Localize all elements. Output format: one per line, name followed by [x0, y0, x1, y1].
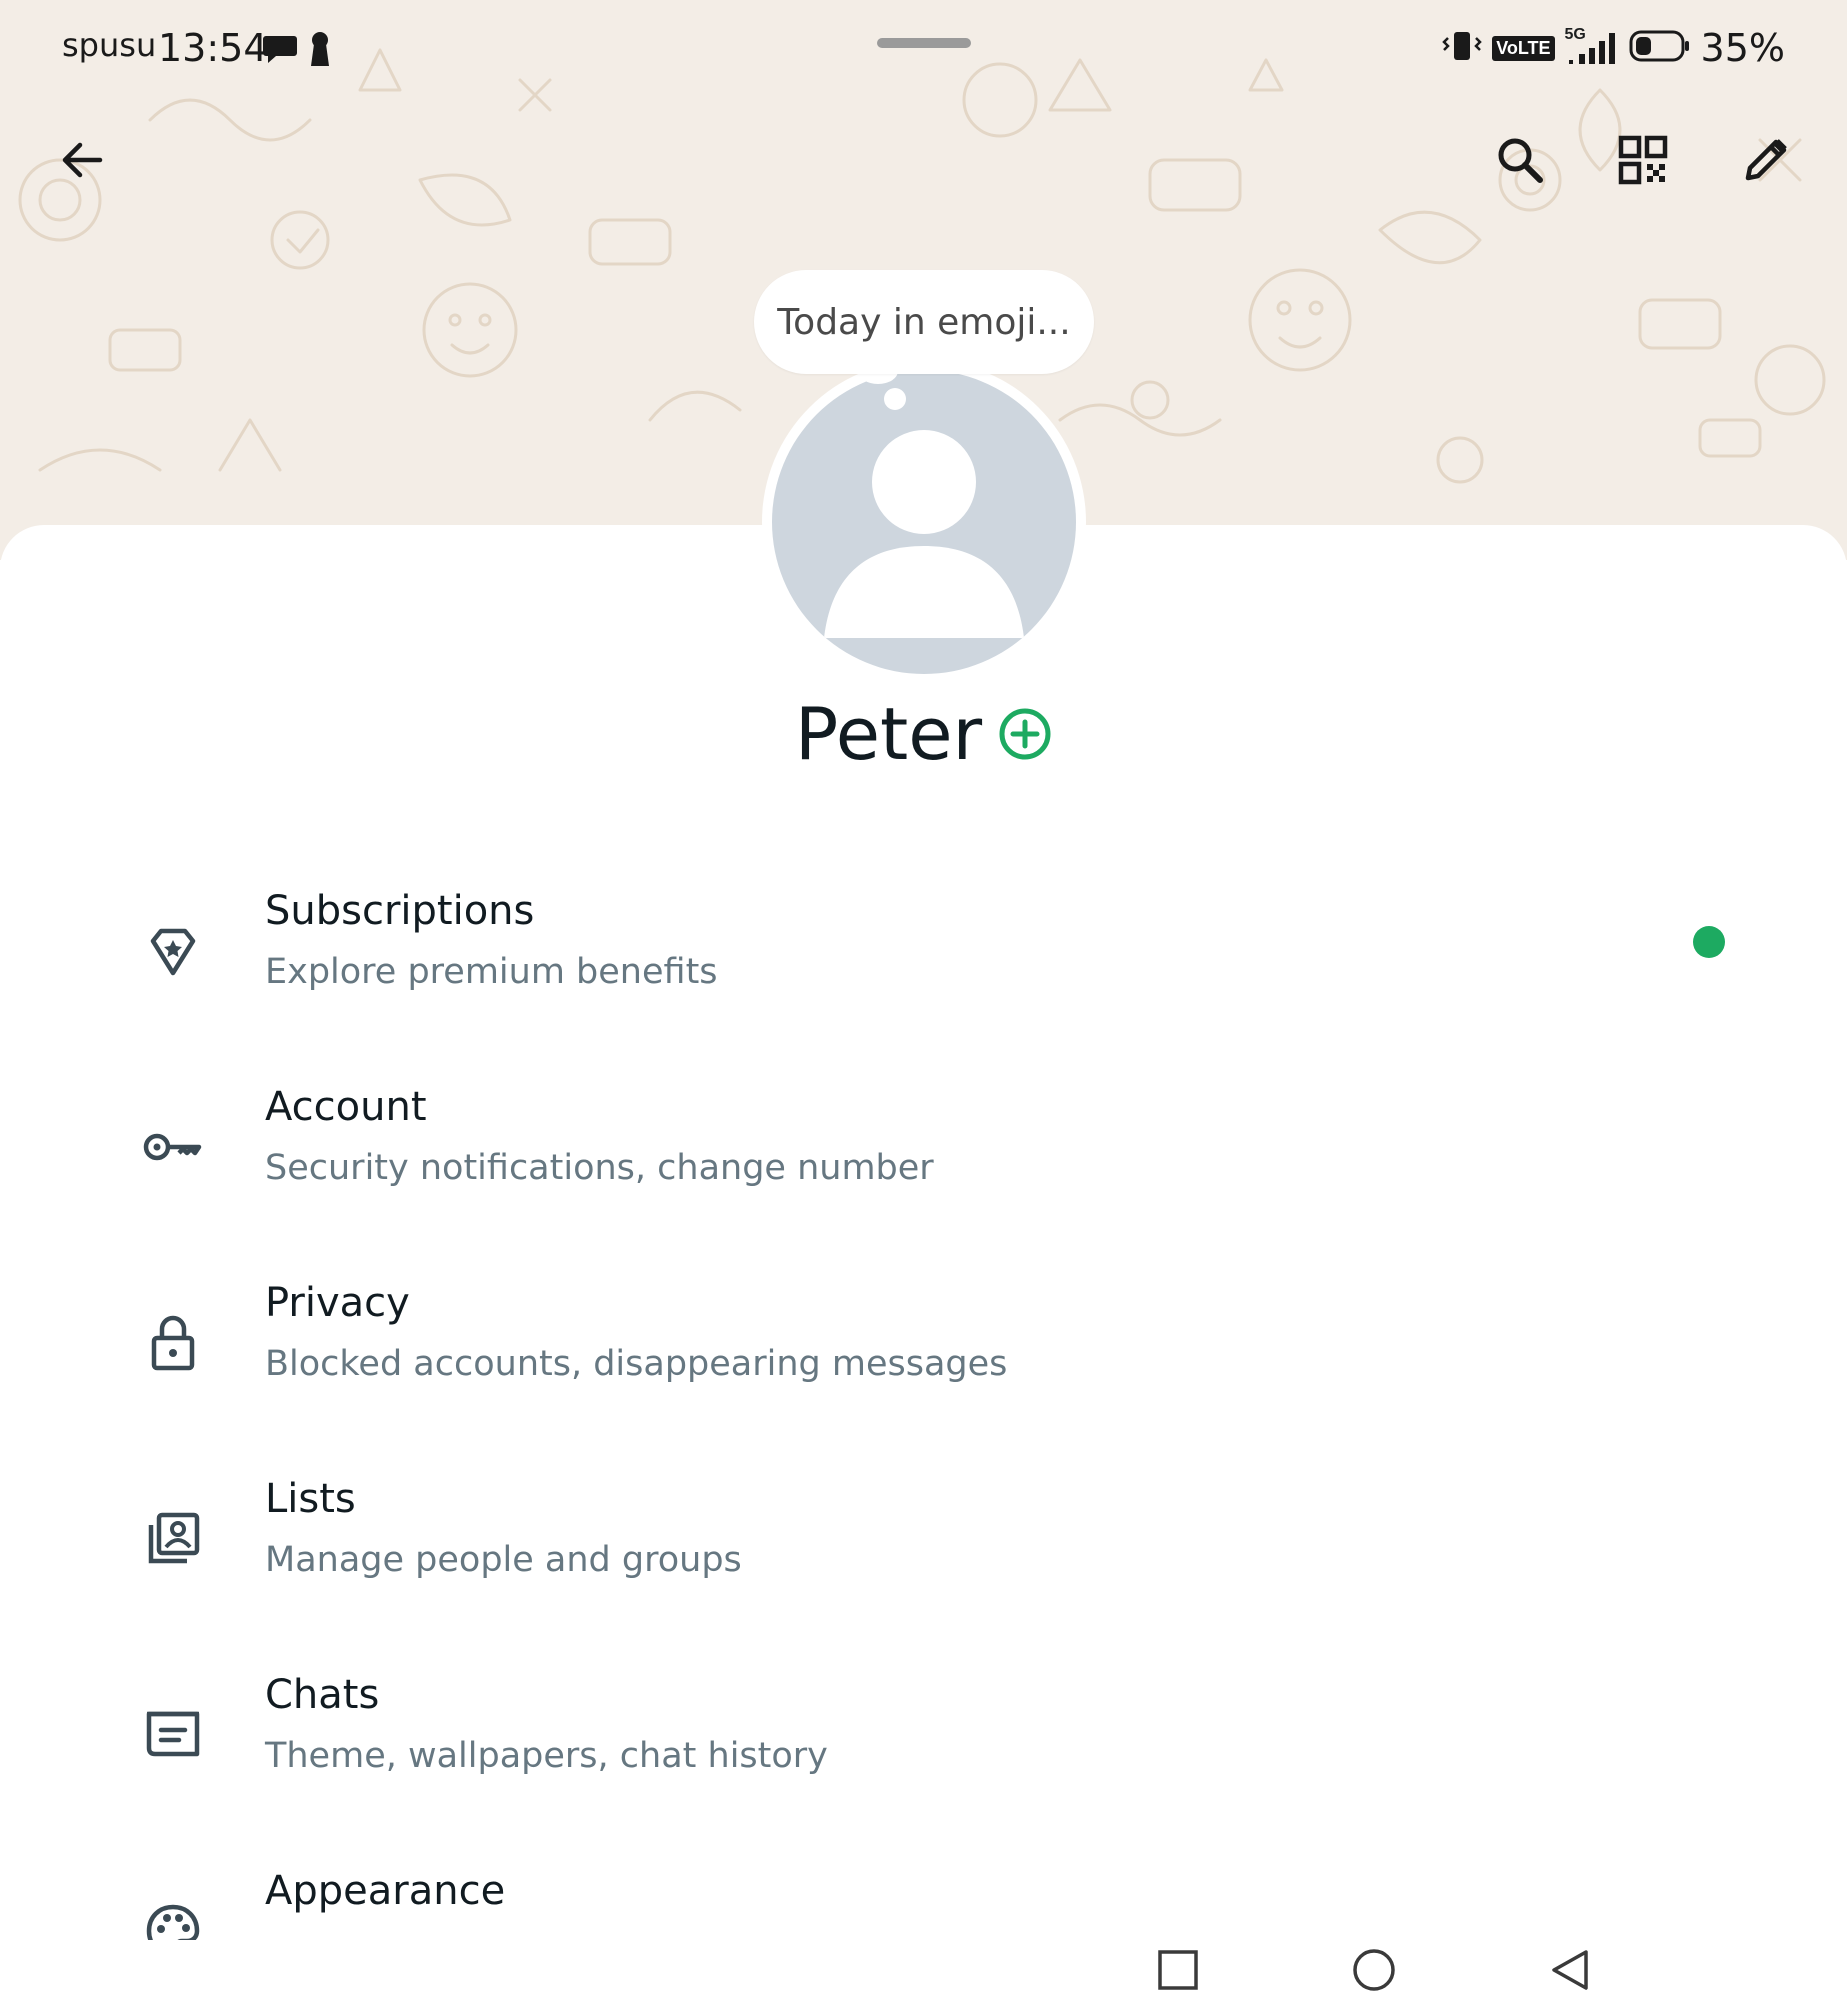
profile-name[interactable]: Peter	[795, 692, 982, 776]
chat-box-icon	[140, 1702, 206, 1768]
edit-pencil-icon	[1745, 139, 1787, 181]
settings-item-subtitle: Security notifications, change number	[265, 1148, 934, 1188]
settings-item-privacy[interactable]: Privacy Blocked accounts, disappearing m…	[0, 1262, 1847, 1458]
lock-icon	[140, 1310, 206, 1376]
search-button[interactable]	[1480, 120, 1560, 200]
qr-code-button[interactable]	[1603, 120, 1683, 200]
status-bubble-tail-dot	[884, 388, 906, 410]
settings-item-title: Privacy	[265, 1280, 410, 1326]
system-navigation-bar	[0, 1940, 1847, 2000]
status-bubble-text: Today in emoji...	[777, 301, 1071, 343]
settings-item-subscriptions[interactable]: Subscriptions Explore premium benefits	[0, 870, 1847, 1066]
back-nav-button[interactable]	[1542, 1942, 1598, 1998]
default-person-icon	[824, 430, 1024, 638]
profile-photo-frame[interactable]	[762, 360, 1086, 684]
settings-item-subtitle: Explore premium benefits	[265, 952, 718, 992]
key-icon	[140, 1114, 206, 1180]
settings-item-title: Chats	[265, 1672, 380, 1718]
volte-badge: VoLTE	[1492, 35, 1555, 61]
settings-item-title: Appearance	[265, 1868, 506, 1914]
recents-square-icon	[1158, 1950, 1198, 1990]
back-arrow-icon	[62, 142, 103, 178]
keyhole-icon	[308, 30, 332, 72]
battery-percent: 35%	[1700, 26, 1785, 70]
search-icon	[1498, 138, 1543, 183]
add-circle-icon	[999, 708, 1051, 760]
settings-item-account[interactable]: Account Security notifications, change n…	[0, 1066, 1847, 1262]
back-triangle-icon	[1552, 1950, 1588, 1990]
home-button[interactable]	[1346, 1942, 1402, 1998]
settings-item-title: Lists	[265, 1476, 356, 1522]
carrier-label: spusu	[62, 26, 157, 64]
settings-item-chats[interactable]: Chats Theme, wallpapers, chat history	[0, 1654, 1847, 1850]
edit-button[interactable]	[1726, 120, 1806, 200]
vibrate-icon	[1442, 28, 1482, 68]
settings-item-lists[interactable]: Lists Manage people and groups	[0, 1458, 1847, 1654]
settings-item-subtitle: Manage people and groups	[265, 1540, 742, 1580]
clock: 13:54	[158, 26, 268, 70]
diamond-star-icon	[140, 918, 206, 984]
signal-icon: 5G	[1565, 26, 1619, 66]
avatar[interactable]	[772, 370, 1076, 674]
status-bar: spusu 13:54 VoLTE 5G 35%	[0, 0, 1847, 100]
contact-list-icon	[140, 1506, 206, 1572]
add-status-button[interactable]	[998, 707, 1052, 761]
home-circle-icon	[1353, 1949, 1395, 1991]
status-bubble[interactable]: Today in emoji...	[754, 270, 1094, 374]
chat-bubble-icon	[262, 30, 298, 70]
settings-item-subtitle: Theme, wallpapers, chat history	[265, 1736, 828, 1776]
drag-handle[interactable]	[877, 38, 971, 48]
profile-name-row: Peter	[0, 684, 1847, 784]
back-button[interactable]	[42, 120, 122, 200]
qr-code-icon	[1618, 135, 1668, 185]
settings-item-title: Subscriptions	[265, 888, 535, 934]
settings-item-subtitle: Blocked accounts, disappearing messages	[265, 1344, 1008, 1384]
recents-button[interactable]	[1150, 1942, 1206, 1998]
settings-item-title: Account	[265, 1084, 427, 1130]
new-indicator-dot	[1693, 926, 1725, 958]
status-icons: VoLTE 5G 35%	[1442, 26, 1785, 70]
battery-icon	[1629, 28, 1691, 68]
